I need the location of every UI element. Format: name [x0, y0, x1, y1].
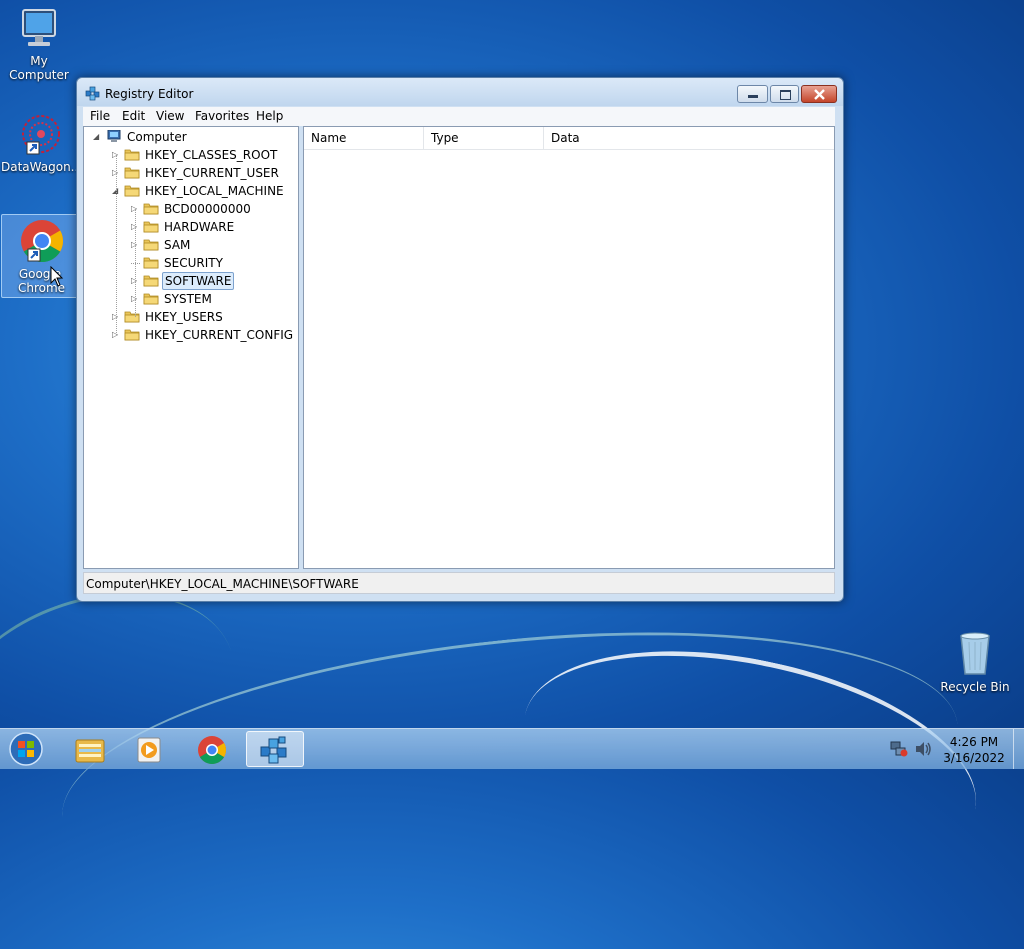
minimize-icon	[748, 95, 758, 98]
chrome-icon	[21, 220, 64, 263]
folder-icon	[124, 149, 140, 161]
status-bar: Computer\HKEY_LOCAL_MACHINE\SOFTWARE	[83, 572, 835, 594]
expand-arrow-icon[interactable]: ▷	[112, 326, 122, 344]
column-header-name[interactable]: Name	[304, 127, 424, 149]
folder-icon	[143, 257, 159, 269]
taskbar-registry-editor-button[interactable]	[246, 731, 304, 767]
close-icon	[814, 89, 825, 100]
desktop-icon-label: My Computer	[9, 54, 69, 82]
tree-item-label: HARDWARE	[164, 220, 235, 234]
expand-arrow-icon[interactable]: ▷	[112, 146, 122, 164]
network-icon[interactable]	[890, 741, 908, 757]
taskbar-chrome-button[interactable]	[184, 731, 240, 767]
recycle-bin-icon	[960, 632, 990, 675]
volume-icon[interactable]	[914, 741, 932, 757]
desktop-icon-google-chrome[interactable]: Google Chrome	[1, 214, 79, 298]
tree-item-label: HKEY_CURRENT_USER	[145, 166, 279, 180]
menu-help[interactable]: Help	[256, 109, 283, 123]
tree-item-label: SECURITY	[164, 256, 223, 270]
desktop-icon-my-computer[interactable]: My Computer	[1, 8, 77, 82]
tree-item-label: SOFTWARE	[162, 272, 235, 290]
tree-item-label: HKEY_CURRENT_CONFIG	[145, 328, 294, 342]
menu-edit[interactable]: Edit	[122, 109, 145, 123]
folder-icon	[124, 329, 140, 341]
taskbar-explorer-button[interactable]	[62, 731, 118, 767]
expand-arrow-icon[interactable]: ▷	[112, 164, 122, 182]
key-tree-pane[interactable]: ◢ Computer ▷ HKEY_CLASSES_ROOT ▷ HKEY_CURRE…	[83, 126, 299, 569]
tree-item-label: Computer	[127, 130, 187, 144]
menu-view[interactable]: View	[156, 109, 184, 123]
menu-file[interactable]: File	[90, 109, 110, 123]
maximize-button[interactable]	[770, 85, 799, 103]
registry-editor-window[interactable]: Registry Editor File Edit View Favorites…	[76, 77, 844, 602]
menu-favorites[interactable]: Favorites	[195, 109, 249, 123]
column-header-type[interactable]: Type	[424, 127, 544, 149]
clock-time: 4:26 PM	[949, 735, 999, 749]
values-list-pane[interactable]: Name Type Data	[303, 126, 835, 569]
folder-icon	[143, 239, 159, 251]
datawagon-icon	[22, 115, 60, 155]
mouse-cursor-icon	[50, 266, 64, 287]
maximize-icon	[780, 90, 791, 100]
expand-arrow-icon[interactable]: ▷	[131, 200, 141, 218]
folder-icon	[143, 221, 159, 233]
start-button[interactable]	[6, 731, 46, 767]
expand-arrow-icon[interactable]: ▷	[131, 236, 141, 254]
status-path: Computer\HKEY_LOCAL_MACHINE\SOFTWARE	[86, 577, 359, 591]
computer-icon	[107, 130, 121, 142]
tree-item-label: HKEY_USERS	[145, 310, 223, 324]
monitor-icon	[22, 9, 56, 46]
folder-icon	[124, 311, 140, 323]
column-header-data[interactable]: Data	[544, 127, 834, 149]
tray-clock[interactable]: 4:26 PM 3/16/2022	[936, 734, 1012, 766]
desktop-icon-datawagon[interactable]: DataWagon...	[1, 112, 82, 182]
media-player-icon	[137, 737, 161, 763]
folder-icon	[143, 203, 159, 215]
desktop-icon-label: DataWagon...	[1, 160, 83, 174]
folder-icon	[124, 167, 140, 179]
tree-item-computer[interactable]: ◢ Computer	[84, 128, 294, 146]
collapse-arrow-icon[interactable]: ◢	[93, 128, 103, 146]
clock-date: 3/16/2022	[943, 751, 1005, 765]
expand-arrow-icon[interactable]: ▷	[131, 272, 141, 290]
registry-editor-icon	[260, 736, 287, 764]
window-title: Registry Editor	[105, 87, 194, 101]
tree-item-label: HKEY_CLASSES_ROOT	[145, 148, 278, 162]
tree-item-label: SYSTEM	[164, 292, 212, 306]
tree-guide-line	[116, 155, 117, 335]
collapse-arrow-icon[interactable]: ◢	[112, 182, 122, 200]
header-divider	[304, 149, 834, 150]
desktop-icon-recycle-bin[interactable]: Recycle Bin	[937, 630, 1013, 700]
menu-bar: File Edit View Favorites Help	[83, 107, 835, 126]
taskbar-media-player-button[interactable]	[122, 731, 178, 767]
folder-icon	[143, 293, 159, 305]
minimize-button[interactable]	[737, 85, 768, 103]
desktop-icon-label: Recycle Bin	[940, 680, 1010, 694]
title-bar[interactable]: Registry Editor	[77, 78, 843, 106]
registry-editor-icon	[85, 86, 100, 101]
expand-arrow-icon[interactable]: ▷	[131, 218, 141, 236]
folder-icon	[143, 275, 159, 287]
chrome-icon	[198, 736, 226, 764]
tree-item-label: BCD00000000	[164, 202, 251, 216]
close-button[interactable]	[801, 85, 837, 103]
tree-item-label: HKEY_LOCAL_MACHINE	[145, 184, 284, 198]
expand-arrow-icon[interactable]: ▷	[131, 290, 141, 308]
tree-guide-line	[135, 209, 136, 317]
tree-item-label: SAM	[164, 238, 191, 252]
folder-icon	[124, 185, 140, 197]
expand-arrow-icon[interactable]: ▷	[112, 308, 122, 326]
taskbar: 4:26 PM 3/16/2022	[0, 728, 1024, 769]
show-desktop-button[interactable]	[1013, 729, 1024, 769]
folder-icon	[75, 739, 105, 763]
